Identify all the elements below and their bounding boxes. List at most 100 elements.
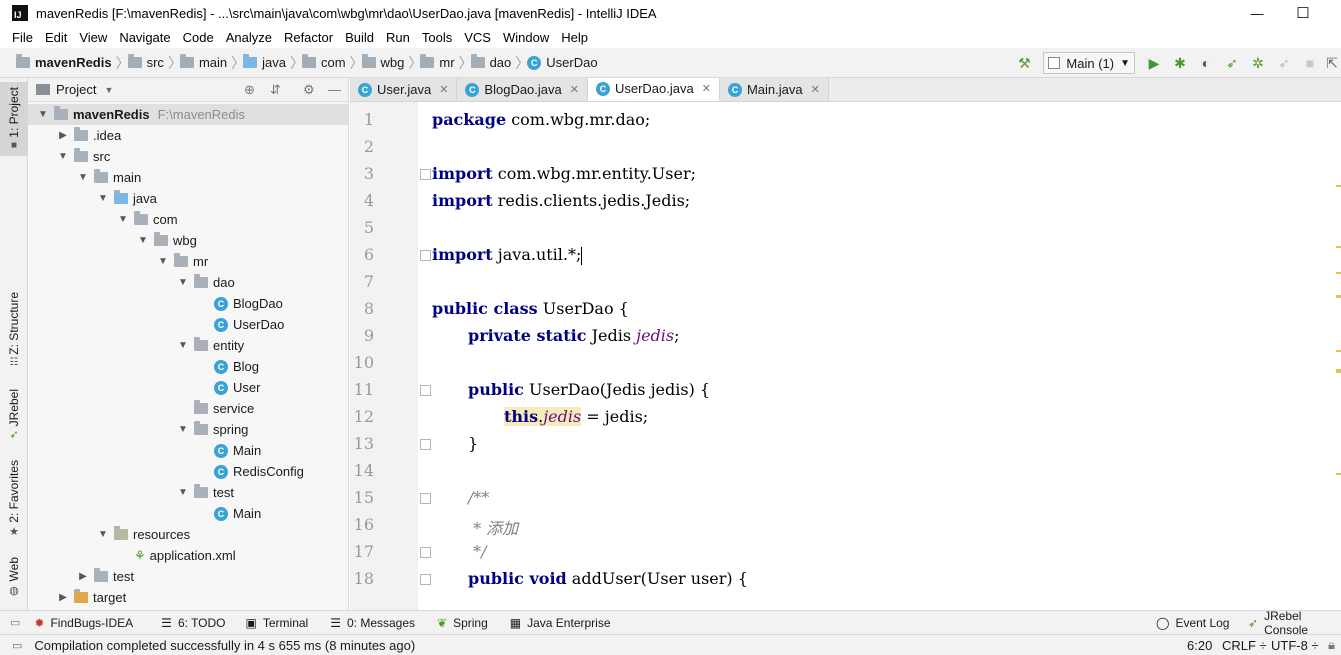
chevron-down-icon[interactable]: ▼ <box>96 529 110 540</box>
tree-item[interactable]: ▼ main <box>28 167 348 188</box>
menu-window[interactable]: Window <box>497 30 555 45</box>
build-hammer-icon[interactable]: ⚒ <box>1013 52 1035 74</box>
tree-item[interactable]: ▶ test <box>28 566 348 587</box>
chevron-down-icon[interactable]: ▼ <box>76 172 90 183</box>
tree-item[interactable]: C BlogDao <box>28 293 348 314</box>
tree-item[interactable]: C Main <box>28 440 348 461</box>
toggle-tool-windows-icon[interactable]: ▭ <box>10 616 20 629</box>
tree-item[interactable]: C Main <box>28 503 348 524</box>
chevron-down-icon[interactable]: ▼ <box>56 151 70 162</box>
chevron-down-icon[interactable]: ▼ <box>176 340 190 351</box>
chevron-down-icon[interactable]: ▼ <box>116 214 130 225</box>
tool-tab-jrebel[interactable]: JRebel ➶ <box>0 384 28 446</box>
menu-vcs[interactable]: VCS <box>458 30 497 45</box>
menu-edit[interactable]: Edit <box>39 30 73 45</box>
lock-icon[interactable]: 🔒︎ <box>1328 637 1335 653</box>
collapse-all-icon[interactable]: ⇵ <box>270 82 281 98</box>
chevron-down-icon[interactable]: ▼ <box>176 424 190 435</box>
warning-mark[interactable] <box>1336 295 1341 298</box>
menu-file[interactable]: File <box>0 30 39 45</box>
tool-tab-structure[interactable]: Z: Structure ☷ <box>0 288 28 372</box>
menu-analyze[interactable]: Analyze <box>220 30 278 45</box>
coverage-icon[interactable]: ◐ <box>1195 52 1217 74</box>
tool-todo[interactable]: ☰ 6: TODO <box>161 616 225 630</box>
warning-mark[interactable] <box>1336 185 1341 187</box>
warning-mark[interactable] <box>1336 369 1341 373</box>
menu-help[interactable]: Help <box>555 30 594 45</box>
tree-item[interactable]: ▼ mavenRedis F:\mavenRedis <box>28 104 348 125</box>
tree-item[interactable]: ▼ src <box>28 146 348 167</box>
tree-item[interactable]: service <box>28 398 348 419</box>
tree-item[interactable]: ▼ entity <box>28 335 348 356</box>
chevron-right-icon[interactable]: ▶ <box>56 592 70 603</box>
project-view-selector[interactable]: Project <box>56 82 96 97</box>
run-configuration-select[interactable]: Main (1) ▼ <box>1043 52 1135 74</box>
menu-navigate[interactable]: Navigate <box>113 30 176 45</box>
tree-item[interactable]: C User <box>28 377 348 398</box>
tool-event-log[interactable]: ◯ Event Log <box>1156 616 1229 630</box>
menu-tools[interactable]: Tools <box>416 30 458 45</box>
jrebel-disabled-icon[interactable]: ➶ <box>1273 52 1295 74</box>
tree-item[interactable]: ▼ java <box>28 188 348 209</box>
close-icon[interactable]: ✕ <box>702 82 711 95</box>
tool-findbugs[interactable]: ✹ FindBugs-IDEA <box>34 616 133 630</box>
tree-item[interactable]: ⚘ application.xml <box>28 545 348 566</box>
chevron-down-icon[interactable]: ▼ <box>96 193 110 204</box>
breadcrumb-item[interactable]: dao 〉 <box>470 48 529 78</box>
close-icon[interactable]: ✕ <box>811 83 820 96</box>
chevron-right-icon[interactable]: ▶ <box>56 130 70 141</box>
tool-tab-web[interactable]: Web ◍ <box>0 552 28 602</box>
tree-item[interactable]: C Blog <box>28 356 348 377</box>
tool-java-enterprise[interactable]: ▦ Java Enterprise <box>510 616 611 630</box>
breadcrumb-item[interactable]: main 〉 <box>179 48 245 78</box>
chevron-down-icon[interactable]: ▼ <box>136 235 150 246</box>
minimize-button[interactable]: — <box>1235 2 1279 24</box>
tab-main-java[interactable]: C Main.java ✕ <box>719 78 829 101</box>
gear-icon[interactable]: ⚙ <box>303 82 315 98</box>
overflow-icon[interactable]: ⇱ <box>1325 52 1339 74</box>
tool-jrebel-console[interactable]: ➶ JRebel Console <box>1248 609 1341 637</box>
tree-item[interactable]: ▼ com <box>28 209 348 230</box>
tool-tab-favorites[interactable]: 2: Favorites ★ <box>0 458 28 540</box>
chevron-down-icon[interactable]: ▼ <box>104 85 113 95</box>
tool-spring[interactable]: ❦ Spring <box>437 616 488 630</box>
warning-mark[interactable] <box>1336 473 1341 475</box>
tree-item[interactable]: ▶ .idea <box>28 125 348 146</box>
stop-icon[interactable]: ■ <box>1299 52 1321 74</box>
tool-terminal[interactable]: ▣ Terminal <box>246 616 309 630</box>
error-stripe[interactable] <box>1335 102 1341 610</box>
tree-item[interactable]: ▶ target <box>28 587 348 608</box>
warning-mark[interactable] <box>1336 246 1341 248</box>
locate-icon[interactable]: ⊕ <box>244 82 255 98</box>
breadcrumb-item[interactable]: com 〉 <box>301 48 364 78</box>
chevron-down-icon[interactable]: ▼ <box>36 109 50 120</box>
chevron-down-icon[interactable]: ▼ <box>176 487 190 498</box>
chevron-down-icon[interactable]: ▼ <box>156 256 170 267</box>
file-encoding[interactable]: UTF-8 ÷ <box>1271 638 1319 653</box>
tab-blogdao-java[interactable]: C BlogDao.java ✕ <box>457 78 588 101</box>
tree-item[interactable]: ▼ spring <box>28 419 348 440</box>
breadcrumb-item[interactable]: mr 〉 <box>420 48 473 78</box>
chevron-down-icon[interactable]: ▼ <box>176 277 190 288</box>
breadcrumb-item[interactable]: java 〉 <box>243 48 304 78</box>
tree-item[interactable]: ▼ test <box>28 482 348 503</box>
tab-user-java[interactable]: C User.java ✕ <box>350 78 458 101</box>
tool-tab-project[interactable]: 1: Project ■ <box>0 82 28 156</box>
status-message[interactable]: Compilation completed successfully in 4 … <box>34 638 415 653</box>
menu-build[interactable]: Build <box>339 30 380 45</box>
close-icon[interactable]: ✕ <box>439 83 448 96</box>
caret-position[interactable]: 6:20 <box>1187 638 1212 653</box>
hide-panel-icon[interactable]: — <box>328 82 341 97</box>
menu-refactor[interactable]: Refactor <box>278 30 339 45</box>
menu-code[interactable]: Code <box>177 30 220 45</box>
line-separator[interactable]: CRLF ÷ <box>1222 638 1267 653</box>
tree-item[interactable]: ▼ wbg <box>28 230 348 251</box>
breadcrumb-item[interactable]: mavenRedis 〉 <box>16 48 130 78</box>
tool-messages[interactable]: ☰ 0: Messages <box>330 616 415 630</box>
chevron-right-icon[interactable]: ▶ <box>76 571 90 582</box>
menu-view[interactable]: View <box>73 30 113 45</box>
warning-mark[interactable] <box>1336 272 1341 274</box>
menu-run[interactable]: Run <box>380 30 416 45</box>
tab-userdao-java[interactable]: C UserDao.java ✕ <box>587 78 720 101</box>
breadcrumb-item[interactable]: wbg 〉 <box>361 48 422 78</box>
